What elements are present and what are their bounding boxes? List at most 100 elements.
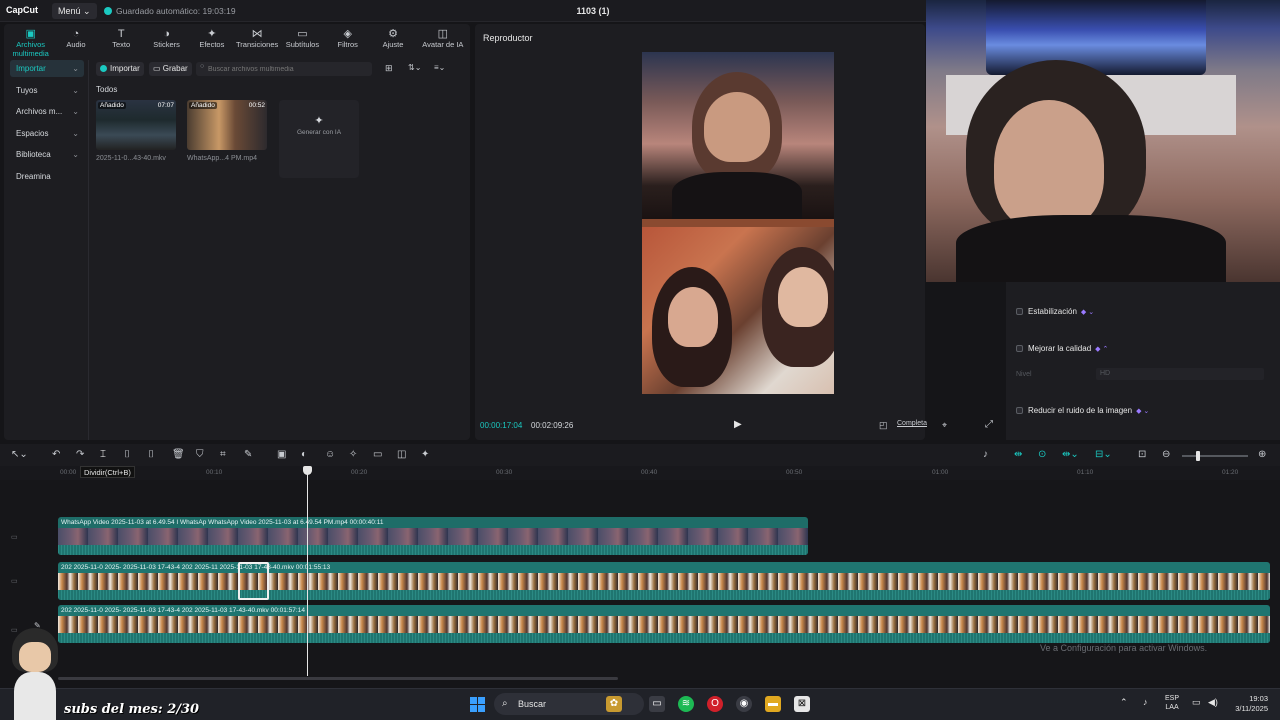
zoom-out-icon[interactable]: ⊖ <box>1162 449 1170 460</box>
generate-ai-button[interactable]: ✦ Generar con IA <box>279 100 359 178</box>
crop-icon[interactable]: ⌖ <box>942 420 947 431</box>
media-item[interactable]: Añadido 00:52 <box>187 100 267 150</box>
file-explorer-icon[interactable]: ▬ <box>765 696 781 712</box>
tab-subtitles[interactable]: ▭ Subtítulos <box>280 24 325 52</box>
task-view-icon[interactable]: ▭ <box>649 696 665 712</box>
clock[interactable]: 19:03 3/11/2025 <box>1228 694 1268 714</box>
checkbox[interactable] <box>1016 308 1023 315</box>
playhead-handle[interactable] <box>303 466 312 475</box>
tab-stickers[interactable]: ◑ Stickers <box>144 24 189 52</box>
improve-quality-option[interactable]: Mejorar la calidad ◆ ⌃ <box>1016 344 1108 353</box>
checkbox[interactable] <box>1016 345 1023 352</box>
sidebar-item-files[interactable]: Archivos m... ⌄ <box>10 103 84 120</box>
caption-icon[interactable]: ▭ <box>373 449 382 460</box>
sidebar-item-library[interactable]: Biblioteca ⌄ <box>10 146 84 163</box>
tab-label: Ajuste <box>382 40 404 49</box>
video-preview-bottom <box>642 227 834 394</box>
record-button[interactable]: ▭ Grabar <box>149 62 192 76</box>
link-icon[interactable]: ⇹ <box>1014 449 1022 460</box>
snap-icon[interactable]: ⇹⌄ <box>1062 449 1079 460</box>
menu-button[interactable]: Menú ⌄ <box>52 3 97 19</box>
mirror-icon[interactable]: ◐ <box>301 449 307 460</box>
timeline-clip[interactable]: 202 2025-11-0 2025- 2025-11-03 17-43-4 2… <box>58 605 1270 643</box>
subtitles-icon: ▭ <box>297 28 308 40</box>
widget-icon[interactable]: ✿ <box>606 696 622 712</box>
sidebar-item-import[interactable]: Importar ⌄ <box>10 60 84 77</box>
zoom-in-icon[interactable]: ⊕ <box>1258 449 1266 460</box>
windows-start-icon[interactable] <box>470 697 485 712</box>
selected-clip-outline[interactable] <box>238 562 269 600</box>
wand-icon[interactable]: ✧ <box>349 449 357 460</box>
network-icon[interactable]: ▭ <box>1192 697 1201 708</box>
track-toggle-icon[interactable]: ▭ <box>11 533 18 541</box>
tab-media[interactable]: ▣ Archivos multimedia <box>8 24 53 58</box>
tab-audio[interactable]: ◔ Audio <box>53 24 98 52</box>
level-select[interactable]: HD <box>1096 368 1264 380</box>
chrome-icon[interactable]: ◉ <box>736 696 752 712</box>
split-icon[interactable]: ⌶ <box>100 449 106 460</box>
ai-icon[interactable]: ✦ <box>421 449 429 460</box>
quality-complete-button[interactable]: Completa <box>897 420 927 427</box>
media-item[interactable]: Añadido 07:07 <box>96 100 176 150</box>
project-title[interactable]: 1103 (1) <box>560 6 626 16</box>
microphone-icon[interactable]: ♪ <box>983 449 988 460</box>
mic-tray-icon[interactable]: ♪ <box>1143 697 1148 707</box>
tab-transitions[interactable]: ⋈ Transiciones <box>234 24 279 52</box>
split-left-icon[interactable]: ⌷ <box>124 449 130 460</box>
spotify-icon[interactable]: ≋ <box>678 696 694 712</box>
timeline-clip[interactable]: WhatsApp Video 2025-11-03 at 6.49.54 I W… <box>58 517 808 555</box>
sort-icon[interactable]: ⇅⌄ <box>408 63 421 72</box>
magic-icon[interactable]: ✎ <box>244 449 252 460</box>
media-icon: ▣ <box>25 28 36 40</box>
zoom-slider-handle[interactable] <box>1196 451 1200 461</box>
shirt-shape <box>956 215 1226 282</box>
tab-adjust[interactable]: ⚙ Ajuste <box>370 24 415 52</box>
language-indicator[interactable]: ESP LAA <box>1165 694 1179 712</box>
select-cursor-icon[interactable]: ↖⌄ <box>11 449 28 460</box>
sidebar-item-label: Biblioteca <box>16 150 51 159</box>
transition-icon: ⋈ <box>251 28 263 40</box>
magnet-icon[interactable]: ⊙ <box>1038 449 1046 460</box>
shield-icon[interactable]: ⛉ <box>196 449 204 460</box>
sidebar-item-spaces[interactable]: Espacios ⌄ <box>10 125 84 142</box>
redo-icon[interactable]: ↷ <box>76 449 84 460</box>
delete-icon[interactable]: 🗑 <box>172 449 185 460</box>
preview-axis-icon[interactable]: ⊟⌄ <box>1095 449 1112 460</box>
freeze-icon[interactable]: ▣ <box>277 449 286 460</box>
media-search-input[interactable] <box>196 62 372 76</box>
snapshot-icon[interactable]: ◰ <box>879 420 888 431</box>
autosave-status: Guardado automático: 19:03:19 <box>104 6 236 16</box>
horizontal-scrollbar[interactable] <box>58 677 618 680</box>
playhead[interactable] <box>307 466 308 676</box>
denoise-option[interactable]: Reducir el ruido de la imagen ◆ ⌄ <box>1016 406 1149 415</box>
person-shape <box>778 267 828 327</box>
split-right-icon[interactable]: ⌷ <box>148 449 154 460</box>
tray-chevron-icon[interactable]: ⌃ <box>1120 697 1128 708</box>
undo-icon[interactable]: ↶ <box>52 449 60 460</box>
tab-text[interactable]: T Texto <box>99 24 144 52</box>
tab-effects[interactable]: ✦ Efectos <box>189 24 234 52</box>
tab-filters[interactable]: ◈ Filtros <box>325 24 370 52</box>
crop-icon[interactable]: ⌗ <box>220 449 226 460</box>
zoom-slider[interactable] <box>1182 455 1248 457</box>
person-icon[interactable]: ☺ <box>325 449 335 460</box>
checkbox[interactable] <box>1016 407 1023 414</box>
avatar-hoodie <box>14 672 56 720</box>
sidebar-item-yours[interactable]: Tuyos ⌄ <box>10 82 84 99</box>
track-toggle-icon[interactable]: ▭ <box>11 577 18 585</box>
fullscreen-icon[interactable]: ⤢ <box>985 419 993 430</box>
volume-icon[interactable]: ◀) <box>1208 697 1218 708</box>
sidebar-item-dreamina[interactable]: Dreamina <box>10 168 84 185</box>
tab-ai-avatar[interactable]: ◫ Avatar de IA <box>416 24 470 52</box>
caption-toggle-icon[interactable]: ⊡ <box>1138 449 1146 460</box>
capcut-icon[interactable]: ⊠ <box>794 696 810 712</box>
filter-sort-icon[interactable]: ≡⌄ <box>434 63 445 72</box>
tab-label: Audio <box>66 40 86 49</box>
opera-icon[interactable]: O <box>707 696 723 712</box>
resize-icon[interactable]: ◫ <box>397 449 406 460</box>
camera-icon: ▭ <box>153 64 163 73</box>
stabilize-option[interactable]: Estabilización ◆ ⌄ <box>1016 307 1094 316</box>
play-icon[interactable]: ▶ <box>734 419 742 430</box>
import-button[interactable]: Importar <box>96 62 144 76</box>
grid-view-icon[interactable]: ⊞ <box>385 63 393 74</box>
